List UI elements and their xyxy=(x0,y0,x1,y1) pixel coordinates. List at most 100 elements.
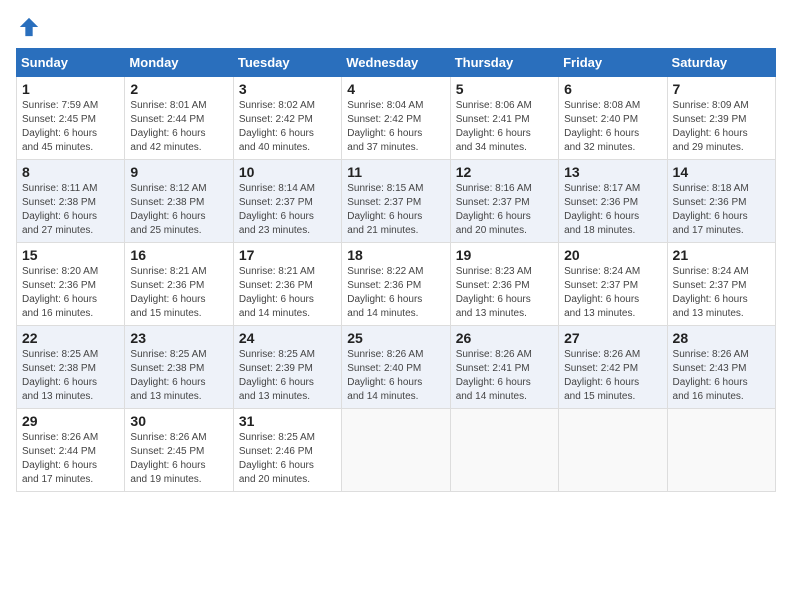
day-info: Sunrise: 8:18 AM Sunset: 2:36 PM Dayligh… xyxy=(673,182,770,238)
day-number: 27 xyxy=(564,330,661,346)
calendar-cell: 23 Sunrise: 8:25 AM Sunset: 2:38 PM Dayli… xyxy=(125,326,233,409)
calendar-cell: 13 Sunrise: 8:17 AM Sunset: 2:36 PM Dayli… xyxy=(559,160,667,243)
day-info: Sunrise: 8:09 AM Sunset: 2:39 PM Dayligh… xyxy=(673,99,770,155)
day-number: 19 xyxy=(456,247,553,263)
day-of-week-monday: Monday xyxy=(125,49,233,77)
calendar-cell xyxy=(667,409,775,492)
day-number: 23 xyxy=(130,330,227,346)
day-of-week-thursday: Thursday xyxy=(450,49,558,77)
day-number: 22 xyxy=(22,330,119,346)
calendar-week-4: 22 Sunrise: 8:25 AM Sunset: 2:38 PM Dayli… xyxy=(17,326,776,409)
calendar-cell: 14 Sunrise: 8:18 AM Sunset: 2:36 PM Dayli… xyxy=(667,160,775,243)
day-number: 12 xyxy=(456,164,553,180)
day-info: Sunrise: 8:25 AM Sunset: 2:38 PM Dayligh… xyxy=(22,348,119,404)
calendar-cell: 4 Sunrise: 8:04 AM Sunset: 2:42 PM Daylig… xyxy=(342,77,450,160)
calendar-cell: 20 Sunrise: 8:24 AM Sunset: 2:37 PM Dayli… xyxy=(559,243,667,326)
day-info: Sunrise: 8:01 AM Sunset: 2:44 PM Dayligh… xyxy=(130,99,227,155)
calendar-cell: 9 Sunrise: 8:12 AM Sunset: 2:38 PM Daylig… xyxy=(125,160,233,243)
calendar-cell: 5Sunrise: 8:06 AM Sunset: 2:41 PM Daylig… xyxy=(450,77,558,160)
day-info: Sunrise: 8:14 AM Sunset: 2:37 PM Dayligh… xyxy=(239,182,336,238)
calendar-cell: 30 Sunrise: 8:26 AM Sunset: 2:45 PM Dayli… xyxy=(125,409,233,492)
day-number: 1 xyxy=(22,81,119,97)
day-info: Sunrise: 8:26 AM Sunset: 2:44 PM Dayligh… xyxy=(22,431,119,487)
day-number: 11 xyxy=(347,164,444,180)
day-info: Sunrise: 8:02 AM Sunset: 2:42 PM Dayligh… xyxy=(239,99,336,155)
day-info: Sunrise: 8:24 AM Sunset: 2:37 PM Dayligh… xyxy=(564,265,661,321)
day-number: 4 xyxy=(347,81,444,97)
day-number: 9 xyxy=(130,164,227,180)
day-of-week-tuesday: Tuesday xyxy=(233,49,341,77)
day-number: 10 xyxy=(239,164,336,180)
calendar-cell: 7 Sunrise: 8:09 AM Sunset: 2:39 PM Daylig… xyxy=(667,77,775,160)
calendar-cell: 31 Sunrise: 8:25 AM Sunset: 2:46 PM Dayli… xyxy=(233,409,341,492)
day-info: Sunrise: 8:26 AM Sunset: 2:45 PM Dayligh… xyxy=(130,431,227,487)
day-number: 8 xyxy=(22,164,119,180)
day-of-week-wednesday: Wednesday xyxy=(342,49,450,77)
day-number: 21 xyxy=(673,247,770,263)
day-number: 2 xyxy=(130,81,227,97)
day-info: Sunrise: 8:21 AM Sunset: 2:36 PM Dayligh… xyxy=(239,265,336,321)
day-number: 30 xyxy=(130,413,227,429)
day-info: Sunrise: 8:21 AM Sunset: 2:36 PM Dayligh… xyxy=(130,265,227,321)
day-info: Sunrise: 8:04 AM Sunset: 2:42 PM Dayligh… xyxy=(347,99,444,155)
day-info: Sunrise: 8:25 AM Sunset: 2:39 PM Dayligh… xyxy=(239,348,336,404)
day-number: 5 xyxy=(456,81,553,97)
day-info: Sunrise: 7:59 AM Sunset: 2:45 PM Dayligh… xyxy=(22,99,119,155)
logo xyxy=(16,16,40,38)
day-number: 6 xyxy=(564,81,661,97)
calendar-cell xyxy=(342,409,450,492)
day-info: Sunrise: 8:12 AM Sunset: 2:38 PM Dayligh… xyxy=(130,182,227,238)
calendar-cell: 29 Sunrise: 8:26 AM Sunset: 2:44 PM Dayli… xyxy=(17,409,125,492)
calendar-cell: 17Sunrise: 8:21 AM Sunset: 2:36 PM Dayli… xyxy=(233,243,341,326)
calendar-cell: 24Sunrise: 8:25 AM Sunset: 2:39 PM Dayli… xyxy=(233,326,341,409)
day-number: 15 xyxy=(22,247,119,263)
day-number: 7 xyxy=(673,81,770,97)
calendar-header-row: SundayMondayTuesdayWednesdayThursdayFrid… xyxy=(17,49,776,77)
calendar-cell: 16 Sunrise: 8:21 AM Sunset: 2:36 PM Dayli… xyxy=(125,243,233,326)
calendar-cell: 27 Sunrise: 8:26 AM Sunset: 2:42 PM Dayli… xyxy=(559,326,667,409)
day-number: 3 xyxy=(239,81,336,97)
calendar-cell xyxy=(450,409,558,492)
day-number: 13 xyxy=(564,164,661,180)
day-info: Sunrise: 8:25 AM Sunset: 2:38 PM Dayligh… xyxy=(130,348,227,404)
day-number: 14 xyxy=(673,164,770,180)
calendar-cell: 11 Sunrise: 8:15 AM Sunset: 2:37 PM Dayli… xyxy=(342,160,450,243)
calendar-cell: 19Sunrise: 8:23 AM Sunset: 2:36 PM Dayli… xyxy=(450,243,558,326)
day-of-week-saturday: Saturday xyxy=(667,49,775,77)
calendar-cell: 6Sunrise: 8:08 AM Sunset: 2:40 PM Daylig… xyxy=(559,77,667,160)
day-info: Sunrise: 8:17 AM Sunset: 2:36 PM Dayligh… xyxy=(564,182,661,238)
calendar-cell: 3 Sunrise: 8:02 AM Sunset: 2:42 PM Daylig… xyxy=(233,77,341,160)
day-info: Sunrise: 8:16 AM Sunset: 2:37 PM Dayligh… xyxy=(456,182,553,238)
day-number: 28 xyxy=(673,330,770,346)
calendar-table: SundayMondayTuesdayWednesdayThursdayFrid… xyxy=(16,48,776,492)
calendar-week-3: 15 Sunrise: 8:20 AM Sunset: 2:36 PM Dayli… xyxy=(17,243,776,326)
day-number: 20 xyxy=(564,247,661,263)
day-info: Sunrise: 8:26 AM Sunset: 2:42 PM Dayligh… xyxy=(564,348,661,404)
calendar-cell: 28Sunrise: 8:26 AM Sunset: 2:43 PM Dayli… xyxy=(667,326,775,409)
day-info: Sunrise: 8:20 AM Sunset: 2:36 PM Dayligh… xyxy=(22,265,119,321)
day-number: 31 xyxy=(239,413,336,429)
day-info: Sunrise: 8:22 AM Sunset: 2:36 PM Dayligh… xyxy=(347,265,444,321)
day-number: 16 xyxy=(130,247,227,263)
day-number: 18 xyxy=(347,247,444,263)
calendar-cell: 10 Sunrise: 8:14 AM Sunset: 2:37 PM Dayli… xyxy=(233,160,341,243)
calendar-cell: 22 Sunrise: 8:25 AM Sunset: 2:38 PM Dayli… xyxy=(17,326,125,409)
day-number: 26 xyxy=(456,330,553,346)
calendar-cell: 8Sunrise: 8:11 AM Sunset: 2:38 PM Daylig… xyxy=(17,160,125,243)
calendar-week-5: 29 Sunrise: 8:26 AM Sunset: 2:44 PM Dayli… xyxy=(17,409,776,492)
calendar-cell: 26 Sunrise: 8:26 AM Sunset: 2:41 PM Dayli… xyxy=(450,326,558,409)
day-info: Sunrise: 8:26 AM Sunset: 2:41 PM Dayligh… xyxy=(456,348,553,404)
day-info: Sunrise: 8:25 AM Sunset: 2:46 PM Dayligh… xyxy=(239,431,336,487)
calendar-cell: 1 Sunrise: 7:59 AM Sunset: 2:45 PM Daylig… xyxy=(17,77,125,160)
calendar-cell xyxy=(559,409,667,492)
calendar-cell: 25Sunrise: 8:26 AM Sunset: 2:40 PM Dayli… xyxy=(342,326,450,409)
calendar-week-2: 8Sunrise: 8:11 AM Sunset: 2:38 PM Daylig… xyxy=(17,160,776,243)
day-info: Sunrise: 8:15 AM Sunset: 2:37 PM Dayligh… xyxy=(347,182,444,238)
calendar-cell: 12 Sunrise: 8:16 AM Sunset: 2:37 PM Dayli… xyxy=(450,160,558,243)
logo-icon xyxy=(18,16,40,38)
day-number: 25 xyxy=(347,330,444,346)
page-header xyxy=(16,16,776,38)
day-number: 29 xyxy=(22,413,119,429)
calendar-cell: 2 Sunrise: 8:01 AM Sunset: 2:44 PM Daylig… xyxy=(125,77,233,160)
day-of-week-sunday: Sunday xyxy=(17,49,125,77)
